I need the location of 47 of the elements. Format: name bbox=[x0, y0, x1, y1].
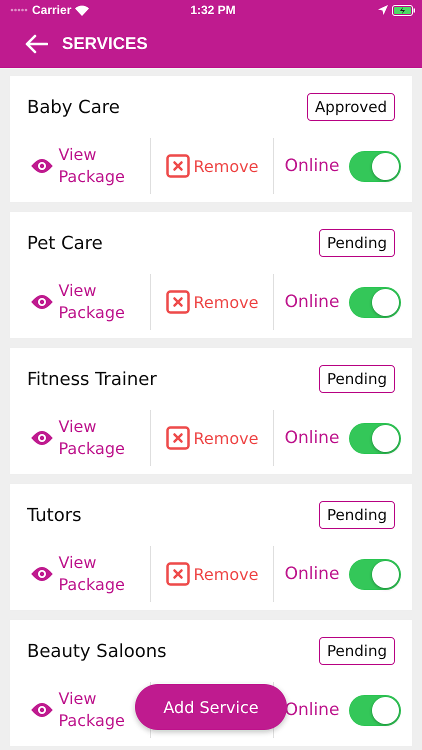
online-label: Online bbox=[284, 156, 340, 176]
eye-icon bbox=[30, 566, 54, 582]
status-badge: Pending bbox=[319, 501, 395, 529]
carrier-name: Carrier bbox=[32, 3, 72, 17]
close-icon bbox=[166, 290, 190, 314]
view-package-button[interactable]: View Package bbox=[30, 688, 130, 732]
eye-icon bbox=[30, 158, 54, 174]
online-switch[interactable] bbox=[349, 286, 402, 318]
battery-icon bbox=[392, 4, 416, 16]
service-name: Pet Care bbox=[27, 232, 103, 254]
online-switch[interactable] bbox=[349, 422, 402, 454]
wifi-icon bbox=[75, 4, 90, 16]
eye-icon bbox=[30, 702, 54, 718]
remove-button[interactable]: Remove bbox=[166, 290, 258, 314]
status-badge: Pending bbox=[319, 365, 395, 393]
view-package-button[interactable]: View Package bbox=[30, 416, 130, 460]
back-arrow-icon[interactable] bbox=[24, 34, 48, 54]
remove-button[interactable]: Remove bbox=[166, 426, 258, 450]
remove-button[interactable]: Remove bbox=[166, 154, 258, 178]
online-switch[interactable] bbox=[349, 558, 402, 590]
service-name: Beauty Saloons bbox=[27, 640, 167, 662]
view-package-button[interactable]: View Package bbox=[30, 552, 130, 596]
status-badge: Pending bbox=[319, 229, 395, 257]
page-title: SERVICES bbox=[62, 34, 148, 54]
status-badge: Approved bbox=[307, 93, 395, 121]
signal-icon bbox=[10, 8, 28, 12]
view-package-button[interactable]: View Package bbox=[30, 280, 130, 324]
service-name: Fitness Trainer bbox=[27, 368, 157, 390]
view-package-button[interactable]: View Package bbox=[30, 144, 130, 188]
online-label: Online bbox=[284, 428, 340, 448]
add-service-button[interactable]: Add Service bbox=[135, 684, 287, 730]
status-time: 1:32 PM bbox=[190, 3, 236, 17]
service-name: Baby Care bbox=[27, 96, 120, 118]
online-switch[interactable] bbox=[349, 694, 402, 726]
eye-icon bbox=[30, 294, 54, 310]
close-icon bbox=[166, 154, 190, 178]
service-name: Tutors bbox=[27, 504, 82, 526]
remove-button[interactable]: Remove bbox=[166, 562, 258, 586]
location-icon bbox=[378, 5, 388, 15]
status-badge: Pending bbox=[319, 637, 395, 665]
online-label: Online bbox=[284, 700, 340, 720]
online-switch[interactable] bbox=[349, 150, 402, 182]
eye-icon bbox=[30, 430, 54, 446]
close-icon bbox=[166, 562, 190, 586]
online-label: Online bbox=[284, 564, 340, 584]
online-label: Online bbox=[284, 292, 340, 312]
close-icon bbox=[166, 426, 190, 450]
